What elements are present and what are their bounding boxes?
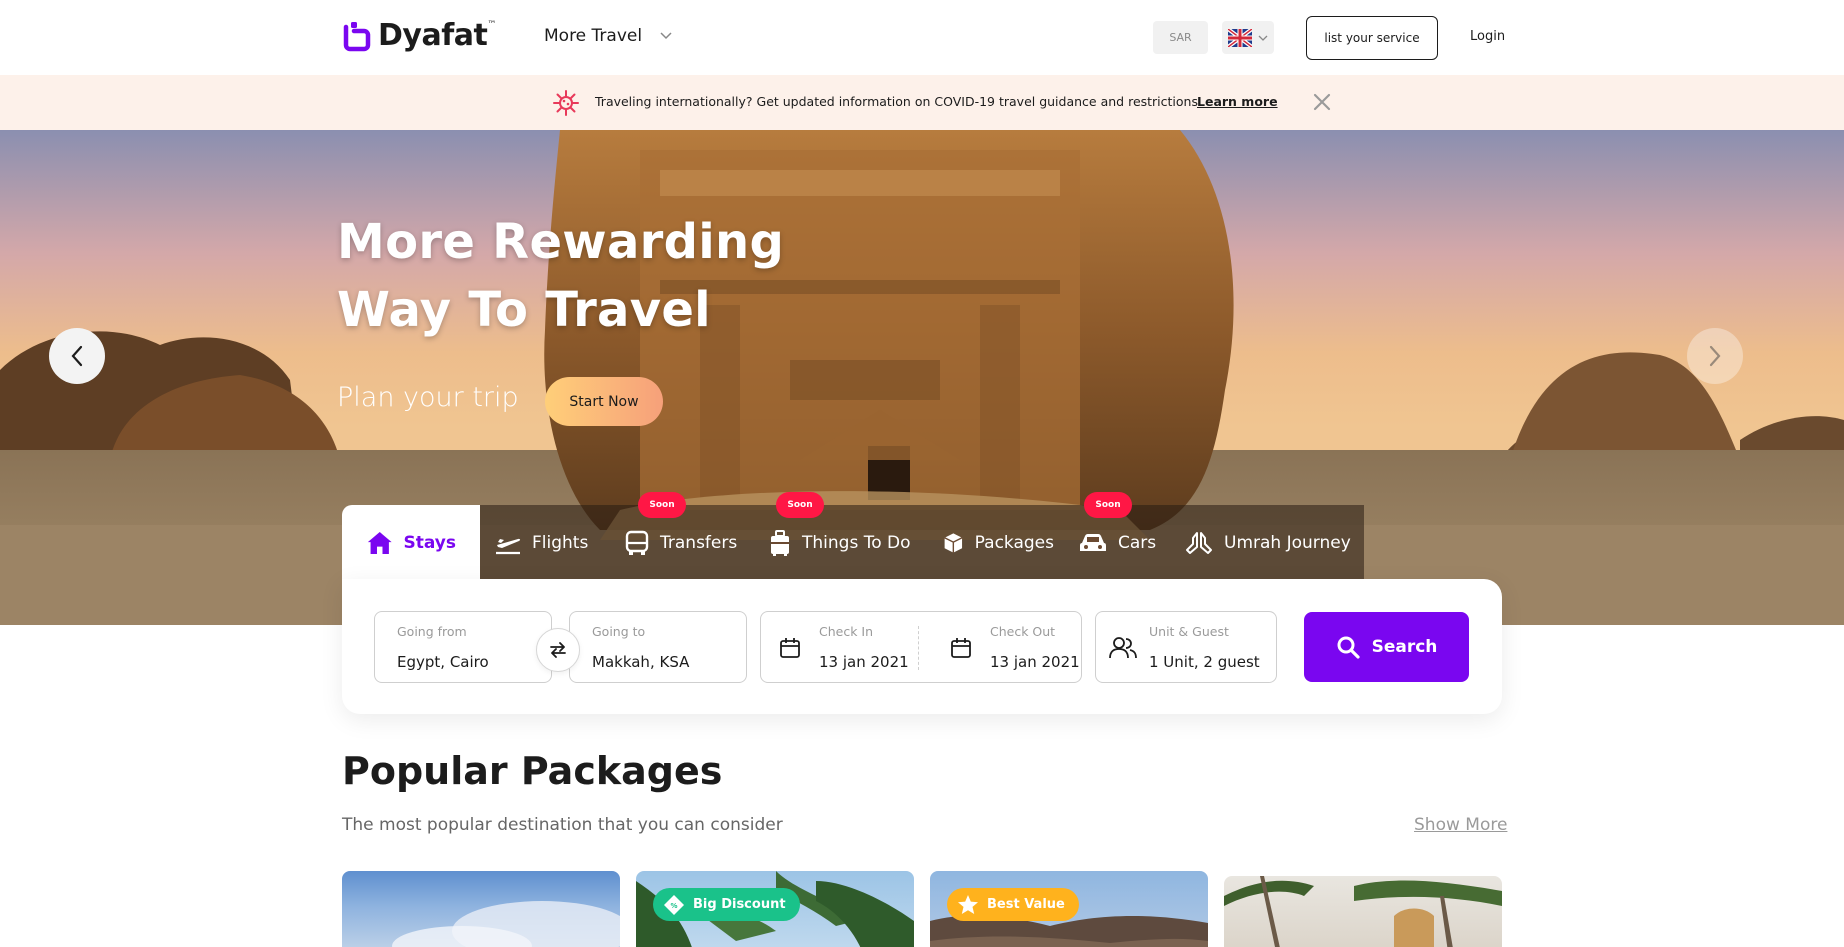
hero-title-line1: More Rewarding	[337, 214, 785, 270]
check-out-label: Check Out	[990, 624, 1056, 639]
chevron-down-icon	[660, 32, 672, 40]
hero-subtitle: Plan your trip	[337, 382, 519, 413]
search-button[interactable]: Search	[1304, 612, 1469, 682]
logo-text: Dyafat	[378, 18, 488, 53]
star-icon	[958, 894, 978, 914]
carousel-prev-button[interactable]	[49, 328, 105, 384]
going-to-label: Going to	[592, 624, 646, 639]
going-from-value: Egypt, Cairo	[397, 653, 489, 671]
big-discount-badge: % Big Discount	[653, 888, 800, 921]
home-icon	[367, 531, 392, 554]
chevron-down-icon	[1258, 35, 1268, 41]
card-image	[1224, 876, 1502, 947]
luggage-icon	[771, 529, 789, 556]
login-link[interactable]: Login	[1470, 29, 1505, 44]
calendar-icon	[951, 638, 971, 658]
more-travel-dropdown[interactable]: More Travel	[544, 26, 672, 46]
soon-badge: Soon	[638, 492, 686, 518]
badge-label: Best Value	[987, 897, 1065, 912]
section-title: Popular Packages	[342, 749, 723, 793]
praying-hands-icon	[1186, 531, 1212, 554]
badge-label: Big Discount	[693, 897, 786, 912]
learn-more-link[interactable]: Learn more	[1197, 94, 1278, 109]
tab-transfers[interactable]: Soon Transfers	[612, 492, 756, 580]
top-header: Dyafat ™ More Travel SAR list your servi…	[0, 0, 1844, 75]
list-your-service-label: list your service	[1324, 31, 1420, 45]
swap-arrows-icon	[550, 642, 566, 658]
going-to-value: Makkah, KSA	[592, 653, 690, 671]
currency-label: SAR	[1169, 31, 1192, 44]
search-icon	[1337, 636, 1360, 659]
package-card[interactable]	[1224, 876, 1502, 947]
uk-flag-icon	[1228, 28, 1252, 47]
logo-trademark: ™	[487, 20, 497, 30]
best-value-badge: Best Value	[947, 888, 1079, 921]
bus-icon	[625, 530, 649, 555]
soon-badge: Soon	[776, 492, 824, 518]
soon-badge: Soon	[1084, 492, 1132, 518]
check-in-label: Check In	[819, 624, 874, 639]
show-more-link[interactable]: Show More	[1414, 815, 1507, 835]
date-divider	[918, 626, 919, 670]
more-travel-label: More Travel	[544, 26, 643, 46]
tab-things-to-do[interactable]: Soon Things To Do	[756, 492, 930, 580]
unit-guest-field[interactable]: Unit & Guest 1 Unit, 2 guest	[1095, 611, 1277, 683]
tab-label: Transfers	[660, 532, 738, 553]
booking-tabs: Stays Flights Soon Transfers Soon Things…	[342, 492, 1364, 580]
chevron-right-icon	[1709, 345, 1721, 367]
tab-label: Cars	[1118, 532, 1157, 553]
going-to-field[interactable]: Going to Makkah, KSA	[569, 611, 747, 683]
start-now-button[interactable]: Start Now	[545, 377, 663, 426]
tab-umrah-journey[interactable]: Umrah Journey	[1172, 505, 1364, 580]
check-out-value: 13 jan 2021	[990, 653, 1080, 671]
tab-stays[interactable]: Stays	[342, 505, 480, 580]
package-card[interactable]: % Big Discount	[636, 871, 914, 947]
discount-tag-icon: %	[664, 894, 684, 915]
going-from-field[interactable]: Going from Egypt, Cairo	[374, 611, 552, 683]
hero-title: More Rewarding Way To Travel	[337, 208, 937, 344]
card-image	[392, 901, 620, 947]
calendar-icon	[780, 638, 800, 658]
tab-label: Flights	[532, 532, 589, 553]
virus-icon	[553, 90, 579, 116]
currency-selector[interactable]: SAR	[1153, 21, 1208, 54]
dyafat-logo[interactable]: Dyafat ™	[342, 18, 496, 53]
unit-guest-value: 1 Unit, 2 guest	[1149, 653, 1260, 671]
tab-label: Umrah Journey	[1224, 532, 1351, 553]
users-icon	[1109, 637, 1137, 659]
package-card[interactable]	[342, 871, 620, 947]
chevron-left-icon	[71, 345, 83, 367]
start-now-label: Start Now	[569, 393, 639, 410]
logo-icon	[343, 21, 371, 51]
tab-label: Things To Do	[802, 532, 911, 553]
box-icon	[944, 532, 963, 553]
plane-icon	[496, 538, 521, 554]
svg-text:%: %	[670, 902, 677, 910]
swap-locations-button[interactable]	[536, 628, 580, 672]
dates-field[interactable]: Check In 13 jan 2021 Check Out 13 jan 20…	[760, 611, 1082, 683]
tab-flights[interactable]: Flights	[480, 505, 612, 580]
hero-title-line2: Way To Travel	[337, 282, 711, 338]
banner-message: Traveling internationally? Get updated i…	[595, 94, 1202, 109]
tab-cars[interactable]: Soon Cars	[1066, 492, 1172, 580]
going-from-label: Going from	[397, 624, 467, 639]
section-subtitle: The most popular destination that you ca…	[342, 815, 783, 835]
tab-label: Stays	[403, 532, 456, 553]
covid-banner: Traveling internationally? Get updated i…	[0, 75, 1844, 130]
check-in-value: 13 jan 2021	[819, 653, 909, 671]
package-card[interactable]: Best Value	[930, 871, 1208, 947]
unit-guest-label: Unit & Guest	[1149, 624, 1229, 639]
carousel-next-button[interactable]	[1687, 328, 1743, 384]
search-button-label: Search	[1371, 637, 1438, 657]
close-icon[interactable]	[1312, 92, 1332, 112]
tab-label: Packages	[974, 532, 1054, 553]
language-selector[interactable]	[1222, 21, 1274, 54]
tab-packages[interactable]: Packages	[930, 505, 1066, 580]
list-your-service-button[interactable]: list your service	[1306, 16, 1438, 60]
car-icon	[1080, 533, 1106, 551]
